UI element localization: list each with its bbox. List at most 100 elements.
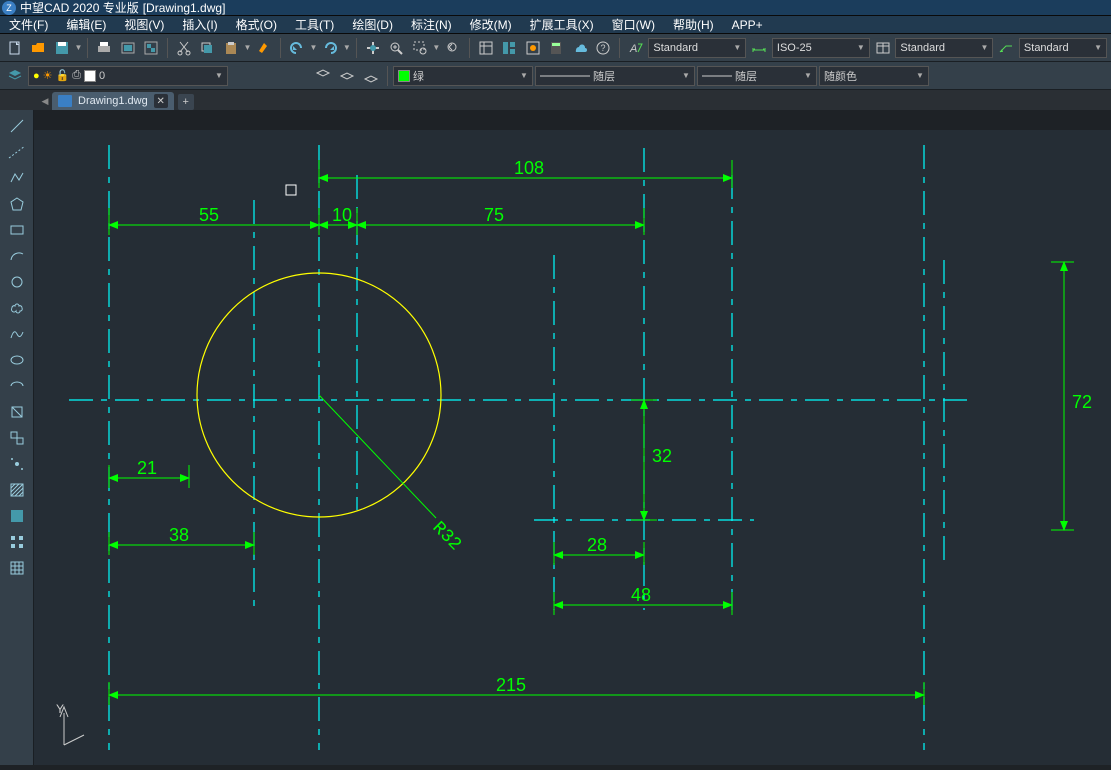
menu-modify[interactable]: 修改(M) [461,16,521,33]
tool-palettes-button[interactable] [522,37,544,59]
separator [356,38,357,58]
mleader-style-icon[interactable] [995,37,1017,59]
text-style-icon[interactable]: A [625,37,647,59]
layer-color-swatch [84,70,96,82]
zoom-realtime-button[interactable] [385,37,407,59]
menu-file[interactable]: 文件(F) [0,16,57,33]
dim-style-icon[interactable] [748,37,770,59]
menu-bar: 文件(F) 编辑(E) 视图(V) 插入(I) 格式(O) 工具(T) 绘图(D… [0,16,1111,34]
copy-button[interactable] [197,37,219,59]
menu-window[interactable]: 窗口(W) [603,16,664,33]
svg-text:A: A [629,43,637,55]
pan-button[interactable] [362,37,384,59]
layer-dropdown[interactable]: ● ☀ 🔓 ⎙ 0 ▼ [28,66,228,86]
separator [280,38,281,58]
line-tool[interactable] [4,114,30,138]
mleader-style-dropdown[interactable]: Standard▼ [1019,38,1107,58]
redo-dd-icon[interactable]: ▼ [343,43,351,52]
menu-draw[interactable]: 绘图(D) [343,16,402,33]
menu-tools[interactable]: 工具(T) [286,16,343,33]
print-preview-button[interactable] [117,37,139,59]
plotcolor-dropdown[interactable]: 随颜色 ▼ [819,66,929,86]
zoom-dd-icon[interactable]: ▼ [432,43,440,52]
help-button[interactable]: ? [592,37,614,59]
dim-75: 75 [484,205,504,225]
layer-off-button[interactable] [360,65,382,87]
tab-add-icon[interactable]: + [178,94,194,110]
ellipse-tool[interactable] [4,348,30,372]
publish-button[interactable] [140,37,162,59]
redo-button[interactable] [319,37,341,59]
design-center-button[interactable] [498,37,520,59]
polygon-tool[interactable] [4,192,30,216]
cloud-button[interactable] [569,37,591,59]
print-button[interactable] [93,37,115,59]
circle-tool[interactable] [4,270,30,294]
zoom-previous-button[interactable] [442,37,464,59]
make-block-tool[interactable] [4,426,30,450]
dim-108: 108 [514,158,544,178]
calc-button[interactable] [545,37,567,59]
ucs-y-label: Y [56,702,64,716]
save-button[interactable] [51,37,73,59]
dim-55: 55 [199,205,219,225]
linetype-name: 随层 [593,68,615,84]
menu-help[interactable]: 帮助(H) [664,16,723,33]
region-tool[interactable] [4,530,30,554]
menu-appplus[interactable]: APP+ [723,18,772,32]
layer-manager-button[interactable] [4,65,26,87]
layer-iso-button[interactable] [336,65,358,87]
color-swatch [398,70,410,82]
new-button[interactable] [4,37,26,59]
properties-button[interactable] [475,37,497,59]
tab-prev-icon[interactable]: ◀ [38,92,52,110]
plotcolor-name: 随颜色 [824,68,857,84]
ellipse-arc-tool[interactable] [4,374,30,398]
dim-72: 72 [1072,392,1092,412]
color-dropdown[interactable]: 绿 ▼ [393,66,533,86]
menu-insert[interactable]: 插入(I) [173,16,226,33]
menu-ext[interactable]: 扩展工具(X) [521,16,603,33]
rectangle-tool[interactable] [4,218,30,242]
dim-21: 21 [137,458,157,478]
polyline-tool[interactable] [4,166,30,190]
menu-dim[interactable]: 标注(N) [402,16,461,33]
xline-tool[interactable] [4,140,30,164]
lineweight-dropdown[interactable]: 随层 ▼ [697,66,817,86]
lineweight-name: 随层 [735,68,757,84]
gradient-tool[interactable] [4,504,30,528]
dim-style-dropdown[interactable]: ISO-25▼ [772,38,870,58]
table-style-dropdown[interactable]: Standard▼ [895,38,993,58]
tab-close-icon[interactable]: ✕ [154,94,168,108]
point-tool[interactable] [4,452,30,476]
linetype-dropdown[interactable]: 随层 ▼ [535,66,695,86]
radius-leader [319,395,436,518]
save-dd-icon[interactable]: ▼ [75,43,83,52]
menu-edit[interactable]: 编辑(E) [57,16,115,33]
table-tool[interactable] [4,556,30,580]
tab-strip: ◀ Drawing1.dwg ✕ + [0,90,1111,110]
title-bar: Z 中望CAD 2020 专业版 [Drawing1.dwg] [0,0,1111,16]
zoom-window-button[interactable] [409,37,431,59]
menu-view[interactable]: 视图(V) [115,16,173,33]
match-button[interactable] [253,37,275,59]
revcloud-tool[interactable] [4,296,30,320]
undo-button[interactable] [286,37,308,59]
doc-tab[interactable]: Drawing1.dwg ✕ [52,92,174,110]
table-style-icon[interactable] [872,37,894,59]
hatch-tool[interactable] [4,478,30,502]
open-button[interactable] [28,37,50,59]
menu-format[interactable]: 格式(O) [227,16,286,33]
paste-button[interactable] [220,37,242,59]
drawing-canvas[interactable]: R32 108 55 [34,130,1111,765]
arc-tool[interactable] [4,244,30,268]
cut-button[interactable] [173,37,195,59]
spline-tool[interactable] [4,322,30,346]
insert-block-tool[interactable] [4,400,30,424]
pick-cursor [286,185,296,195]
paste-dd-icon[interactable]: ▼ [244,43,252,52]
undo-dd-icon[interactable]: ▼ [309,43,317,52]
layer-prev-button[interactable] [312,65,334,87]
text-style-dropdown[interactable]: Standard▼ [648,38,746,58]
separator [87,38,88,58]
